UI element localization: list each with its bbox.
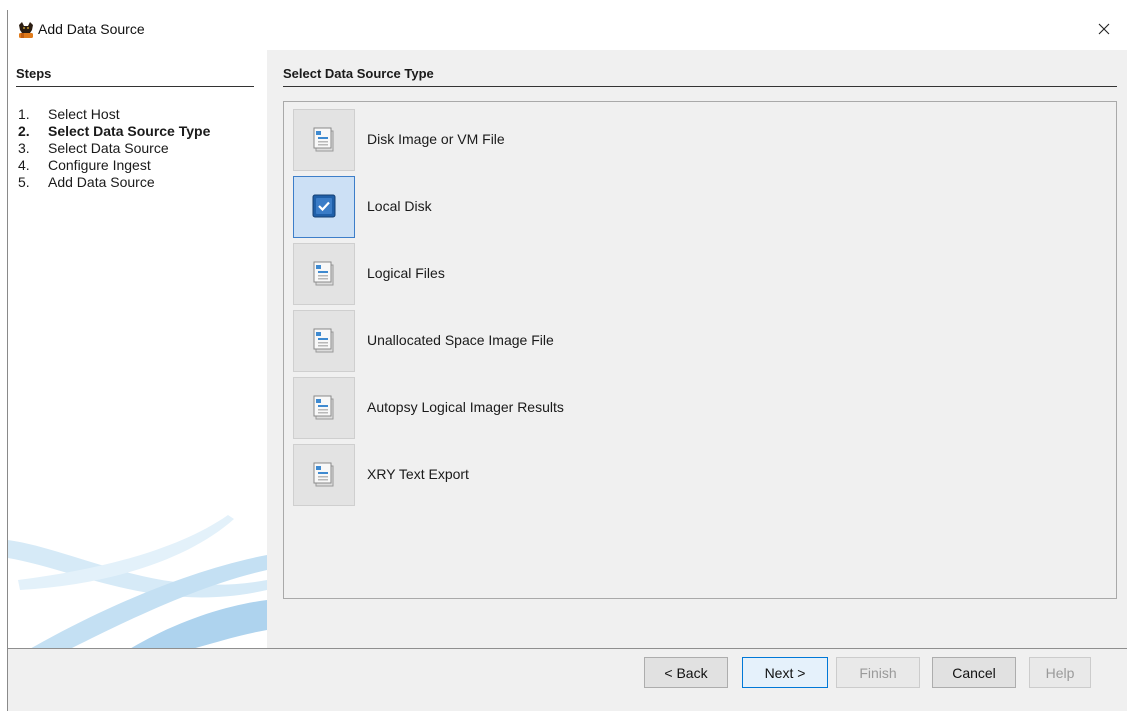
type-option-button[interactable] bbox=[293, 444, 355, 506]
step-item: 1. Select Host bbox=[18, 106, 120, 122]
type-option-button-selected[interactable] bbox=[293, 176, 355, 238]
type-option-button[interactable] bbox=[293, 310, 355, 372]
type-option-label: Unallocated Space Image File bbox=[367, 332, 554, 348]
step-label: Add Data Source bbox=[48, 174, 155, 190]
type-option-xry-text-export[interactable]: XRY Text Export bbox=[293, 444, 993, 506]
step-item: 3. Select Data Source bbox=[18, 140, 169, 156]
decorative-swoosh bbox=[8, 515, 267, 648]
step-label: Select Data Source Type bbox=[48, 123, 211, 139]
type-option-label: Logical Files bbox=[367, 265, 445, 281]
checkbox-checked-icon bbox=[312, 194, 336, 221]
steps-header: Steps bbox=[16, 66, 254, 87]
title-bar: Add Data Source bbox=[8, 10, 1127, 50]
type-option-label: Disk Image or VM File bbox=[367, 131, 505, 147]
type-option-button[interactable] bbox=[293, 377, 355, 439]
step-label: Select Host bbox=[48, 106, 120, 122]
help-button[interactable]: Help bbox=[1029, 657, 1091, 688]
step-label: Select Data Source bbox=[48, 140, 169, 156]
close-button[interactable] bbox=[1081, 10, 1127, 50]
type-option-unallocated-space[interactable]: Unallocated Space Image File bbox=[293, 310, 993, 372]
close-icon bbox=[1098, 23, 1110, 38]
document-icon bbox=[311, 460, 337, 491]
step-label: Configure Ingest bbox=[48, 157, 151, 173]
document-icon bbox=[311, 326, 337, 357]
document-icon bbox=[311, 259, 337, 290]
content-panel: Select Data Source Type Disk Image or VM… bbox=[267, 50, 1127, 648]
type-option-disk-image[interactable]: Disk Image or VM File bbox=[293, 109, 993, 171]
type-option-label: XRY Text Export bbox=[367, 466, 469, 482]
add-data-source-dialog: Add Data Source Steps 1. Select Host 2. Se… bbox=[7, 10, 1127, 711]
window-title: Add Data Source bbox=[38, 21, 145, 37]
steps-panel: Steps 1. Select Host 2. Select Data Source… bbox=[8, 50, 267, 648]
step-item: 4. Configure Ingest bbox=[18, 157, 151, 173]
type-option-logical-files[interactable]: Logical Files bbox=[293, 243, 993, 305]
autopsy-dog-icon bbox=[17, 21, 35, 39]
document-icon bbox=[311, 393, 337, 424]
back-button[interactable]: < Back bbox=[644, 657, 728, 688]
type-option-logical-imager[interactable]: Autopsy Logical Imager Results bbox=[293, 377, 993, 439]
step-item: 5. Add Data Source bbox=[18, 174, 155, 190]
section-title: Select Data Source Type bbox=[283, 66, 1117, 87]
type-option-label: Autopsy Logical Imager Results bbox=[367, 399, 564, 415]
type-option-button[interactable] bbox=[293, 243, 355, 305]
finish-button[interactable]: Finish bbox=[836, 657, 920, 688]
type-option-button[interactable] bbox=[293, 109, 355, 171]
step-item-active: 2. Select Data Source Type bbox=[18, 123, 211, 139]
data-source-type-list: Disk Image or VM File Local Disk Logical… bbox=[283, 101, 1117, 599]
steps-list: 1. Select Host 2. Select Data Source Type … bbox=[18, 106, 210, 191]
document-icon bbox=[311, 125, 337, 156]
type-option-local-disk[interactable]: Local Disk bbox=[293, 176, 993, 238]
button-bar: < Back Next > Finish Cancel Help bbox=[8, 649, 1127, 711]
cancel-button[interactable]: Cancel bbox=[932, 657, 1016, 688]
type-option-label: Local Disk bbox=[367, 198, 432, 214]
next-button[interactable]: Next > bbox=[742, 657, 828, 688]
